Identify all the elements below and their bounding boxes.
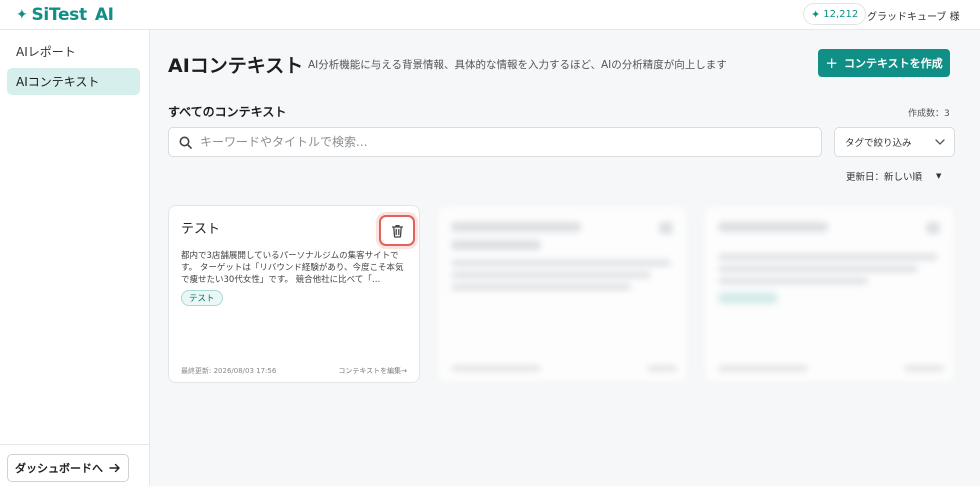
app-logo[interactable]: ✦ SiTest AI bbox=[16, 5, 114, 25]
search-icon bbox=[179, 136, 192, 149]
context-card[interactable]: テスト 都内で3店舗展開しているパーソナルジムの集客サイトです。 ターゲットは「… bbox=[168, 205, 420, 383]
blurred-text bbox=[451, 284, 631, 290]
create-context-button[interactable]: + コンテキストを作成 bbox=[818, 49, 950, 77]
page-title: AIコンテキスト bbox=[168, 55, 304, 77]
logo-ai-text: AI bbox=[94, 5, 114, 25]
tag-filter-select[interactable]: タグで絞り込み bbox=[834, 127, 955, 157]
context-card-blurred[interactable] bbox=[436, 205, 688, 383]
search-input[interactable] bbox=[200, 135, 800, 149]
delete-button[interactable] bbox=[379, 215, 415, 246]
context-card-blurred[interactable] bbox=[703, 205, 955, 383]
sidebar-item-ai-report[interactable]: AIレポート bbox=[7, 38, 140, 65]
blurred-title bbox=[718, 222, 828, 232]
create-context-label: コンテキストを作成 bbox=[843, 57, 943, 70]
tag-filter-label: タグで絞り込み bbox=[845, 138, 912, 149]
credit-count: 12,212 bbox=[823, 8, 859, 20]
user-name[interactable]: グラッドキューブ 様 bbox=[867, 8, 960, 23]
page-description: AI分析機能に与える背景情報、具体的な情報を入力するほど、AIの分析精度が向上し… bbox=[308, 59, 727, 71]
blurred-text bbox=[647, 366, 677, 371]
blurred-text bbox=[904, 366, 944, 371]
blurred-text bbox=[451, 260, 671, 266]
dashboard-button[interactable]: ダッシュボードへ bbox=[7, 454, 129, 482]
blurred-text bbox=[718, 278, 868, 284]
trash-icon bbox=[391, 224, 403, 238]
blurred-text bbox=[718, 266, 918, 272]
sidebar-divider bbox=[0, 444, 149, 445]
sort-select[interactable]: 更新日：新しい順 ▼ bbox=[846, 169, 941, 183]
section-title: すべてのコンテキスト bbox=[168, 105, 287, 119]
card-description: 都内で3店舗展開しているパーソナルジムの集客サイトです。 ターゲットは「リバウン… bbox=[181, 251, 404, 285]
blurred-title bbox=[451, 222, 581, 232]
edit-context-link[interactable]: コンテキストを編集→ bbox=[338, 366, 407, 376]
blurred-icon bbox=[659, 222, 673, 234]
sidebar-item-label: AIコンテキスト bbox=[16, 75, 100, 89]
blurred-title bbox=[451, 240, 541, 250]
sidebar-item-ai-context[interactable]: AIコンテキスト bbox=[7, 68, 140, 95]
logo-text: SiTest bbox=[31, 5, 87, 25]
top-header: ✦ SiTest AI ✦ 12,212 グラッドキューブ 様 bbox=[0, 0, 980, 30]
sparkle-icon: ✦ bbox=[811, 7, 821, 21]
sort-label: 更新日：新しい順 bbox=[846, 172, 923, 183]
card-title: テスト bbox=[181, 222, 221, 237]
chevron-down-icon bbox=[935, 139, 945, 145]
caret-down-icon: ▼ bbox=[936, 172, 942, 180]
card-updated: 最終更新: 2026/08/03 17:56 bbox=[181, 367, 277, 375]
blurred-chip bbox=[718, 292, 778, 304]
blurred-text bbox=[451, 366, 541, 371]
plus-icon: + bbox=[825, 54, 838, 72]
arrow-right-icon bbox=[109, 463, 120, 473]
blurred-icon bbox=[926, 222, 940, 234]
sidebar-item-label: AIレポート bbox=[16, 45, 76, 59]
context-count: 作成数：3 bbox=[908, 109, 950, 119]
blurred-text bbox=[451, 272, 651, 278]
dashboard-button-label: ダッシュボードへ bbox=[15, 462, 103, 475]
search-box[interactable] bbox=[168, 127, 822, 157]
sparkle-icon: ✦ bbox=[16, 7, 28, 23]
tag-chip[interactable]: テスト bbox=[181, 290, 223, 306]
blurred-text bbox=[718, 254, 938, 260]
blurred-text bbox=[718, 366, 808, 371]
credit-badge[interactable]: ✦ 12,212 bbox=[803, 3, 867, 25]
sidebar: AIレポート AIコンテキスト ダッシュボードへ bbox=[0, 30, 150, 486]
